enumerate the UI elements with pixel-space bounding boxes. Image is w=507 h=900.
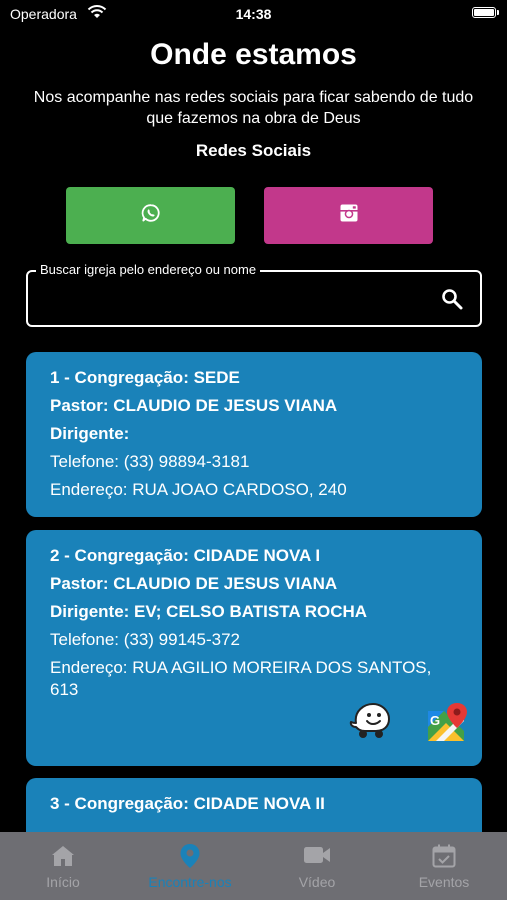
search-input[interactable] bbox=[38, 286, 432, 314]
tab-label: Início bbox=[46, 874, 80, 890]
tab-eventos[interactable]: Eventos bbox=[381, 832, 507, 900]
pastor-name: Pastor: CLAUDIO DE JESUS VIANA bbox=[50, 396, 338, 415]
tab-video[interactable]: Vídeo bbox=[254, 832, 380, 900]
tab-label: Vídeo bbox=[298, 874, 336, 890]
battery-icon bbox=[472, 7, 496, 18]
search-icon[interactable] bbox=[440, 287, 464, 316]
address: Endereço: RUA AGILIO MOREIRA DOS SANTOS,… bbox=[50, 658, 432, 699]
phone-number: Telefone: (33) 99145-372 bbox=[50, 630, 240, 649]
navigation-links: G bbox=[348, 701, 468, 750]
whatsapp-icon bbox=[141, 203, 161, 228]
tab-label: Eventos bbox=[418, 874, 470, 890]
congregation-name: 3 - Congregação: CIDADE NOVA II bbox=[50, 794, 325, 813]
congregation-name: 2 - Congregação: CIDADE NOVA I bbox=[50, 546, 321, 565]
whatsapp-button[interactable] bbox=[66, 187, 235, 244]
phone-number: Telefone: (33) 98894-3181 bbox=[50, 452, 250, 471]
location-pin-icon bbox=[127, 843, 253, 869]
waze-icon[interactable] bbox=[348, 701, 392, 750]
tab-encontre-nos[interactable]: Encontre-nos bbox=[127, 832, 253, 900]
svg-text:G: G bbox=[430, 713, 440, 728]
congregation-card[interactable]: 2 - Congregação: CIDADE NOVA I Pastor: C… bbox=[26, 530, 482, 766]
social-section-title: Redes Sociais bbox=[195, 141, 312, 160]
search-field[interactable]: Buscar igreja pelo endereço ou nome bbox=[26, 262, 482, 327]
congregation-card[interactable]: 1 - Congregação: SEDE Pastor: CLAUDIO DE… bbox=[26, 352, 482, 517]
calendar-icon bbox=[381, 843, 507, 869]
page-subtitle: Nos acompanhe nas redes sociais para fic… bbox=[33, 89, 474, 127]
page-title: Onde estamos bbox=[150, 38, 357, 71]
battery-tip bbox=[497, 10, 499, 15]
tab-label: Encontre-nos bbox=[148, 874, 232, 890]
google-maps-icon[interactable]: G bbox=[424, 701, 468, 750]
dirigente-name: Dirigente: bbox=[50, 424, 130, 443]
search-label: Buscar igreja pelo endereço ou nome bbox=[36, 262, 261, 277]
address: Endereço: RUA JOAO CARDOSO, 240 bbox=[50, 480, 347, 499]
tab-inicio[interactable]: Início bbox=[0, 832, 126, 900]
video-camera-icon bbox=[254, 843, 380, 867]
clock: 14:38 bbox=[235, 6, 272, 22]
status-bar: Operadora 14:38 bbox=[0, 0, 507, 28]
instagram-button[interactable] bbox=[264, 187, 433, 244]
congregation-name: 1 - Congregação: SEDE bbox=[50, 368, 240, 387]
instagram-icon bbox=[339, 203, 359, 228]
home-icon bbox=[0, 843, 126, 869]
tab-bar: Início Encontre-nos Vídeo Eventos bbox=[0, 832, 507, 900]
pastor-name: Pastor: CLAUDIO DE JESUS VIANA bbox=[50, 574, 338, 593]
dirigente-name: Dirigente: EV; CELSO BATISTA ROCHA bbox=[50, 602, 368, 621]
